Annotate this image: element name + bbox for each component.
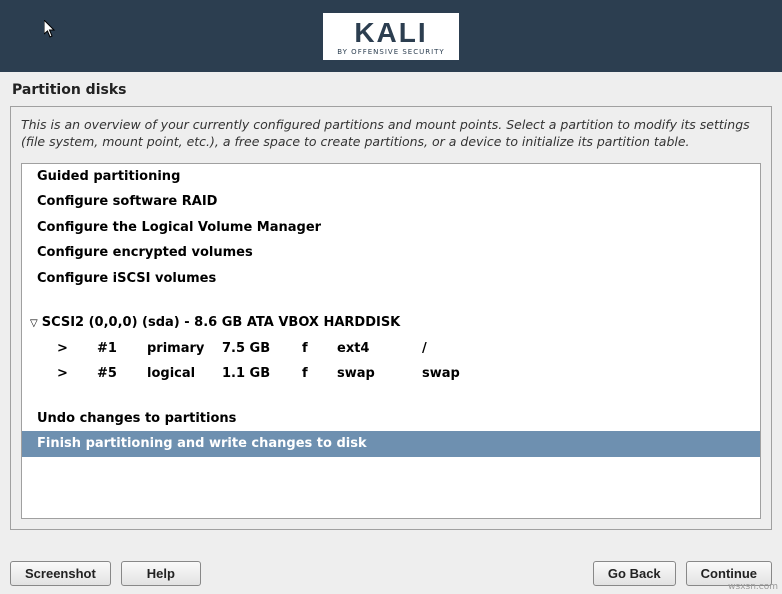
header-banner: KALI BY OFFENSIVE SECURITY [0,0,782,72]
partition-list: Guided partitioning Configure software R… [21,163,761,519]
menu-configure-raid[interactable]: Configure software RAID [22,189,760,215]
bottom-toolbar: Screenshot Help Go Back Continue [10,561,772,586]
go-back-button[interactable]: Go Back [593,561,676,586]
menu-configure-iscsi[interactable]: Configure iSCSI volumes [22,266,760,292]
disk-label: SCSI2 (0,0,0) (sda) - 8.6 GB ATA VBOX HA… [42,313,401,333]
spacer [22,291,760,310]
kali-logo: KALI BY OFFENSIVE SECURITY [323,13,458,60]
expand-icon: ▽ [30,316,38,331]
disk-device-row[interactable]: ▽ SCSI2 (0,0,0) (sda) - 8.6 GB ATA VBOX … [22,310,760,336]
spacer [22,387,760,406]
page-title: Partition disks [0,72,782,106]
partition-number: #1 [97,339,147,359]
partition-arrow: > [57,339,97,359]
partition-mount: swap [422,364,460,384]
partition-flag: f [302,339,337,359]
partition-mount: / [422,339,427,359]
partition-fs: swap [337,364,422,384]
partition-type: primary [147,339,222,359]
partition-fs: ext4 [337,339,422,359]
partition-flag: f [302,364,337,384]
menu-finish-partitioning[interactable]: Finish partitioning and write changes to… [22,431,760,457]
help-button[interactable]: Help [121,561,201,586]
partition-arrow: > [57,364,97,384]
partition-size: 7.5 GB [222,339,302,359]
menu-configure-encrypted[interactable]: Configure encrypted volumes [22,240,760,266]
partition-number: #5 [97,364,147,384]
instructions-text: This is an overview of your currently co… [11,107,771,163]
partition-type: logical [147,364,222,384]
content-frame: This is an overview of your currently co… [10,106,772,530]
logo-tagline: BY OFFENSIVE SECURITY [337,49,444,56]
menu-configure-lvm[interactable]: Configure the Logical Volume Manager [22,215,760,241]
menu-undo-changes[interactable]: Undo changes to partitions [22,406,760,432]
partition-row[interactable]: > #5 logical 1.1 GB f swap swap [22,361,760,387]
logo-brand: KALI [337,19,444,47]
left-buttons: Screenshot Help [10,561,201,586]
screenshot-button[interactable]: Screenshot [10,561,111,586]
watermark-text: wsxsn.com [728,582,778,592]
partition-size: 1.1 GB [222,364,302,384]
partition-row[interactable]: > #1 primary 7.5 GB f ext4 / [22,336,760,362]
menu-guided-partitioning[interactable]: Guided partitioning [22,164,760,190]
